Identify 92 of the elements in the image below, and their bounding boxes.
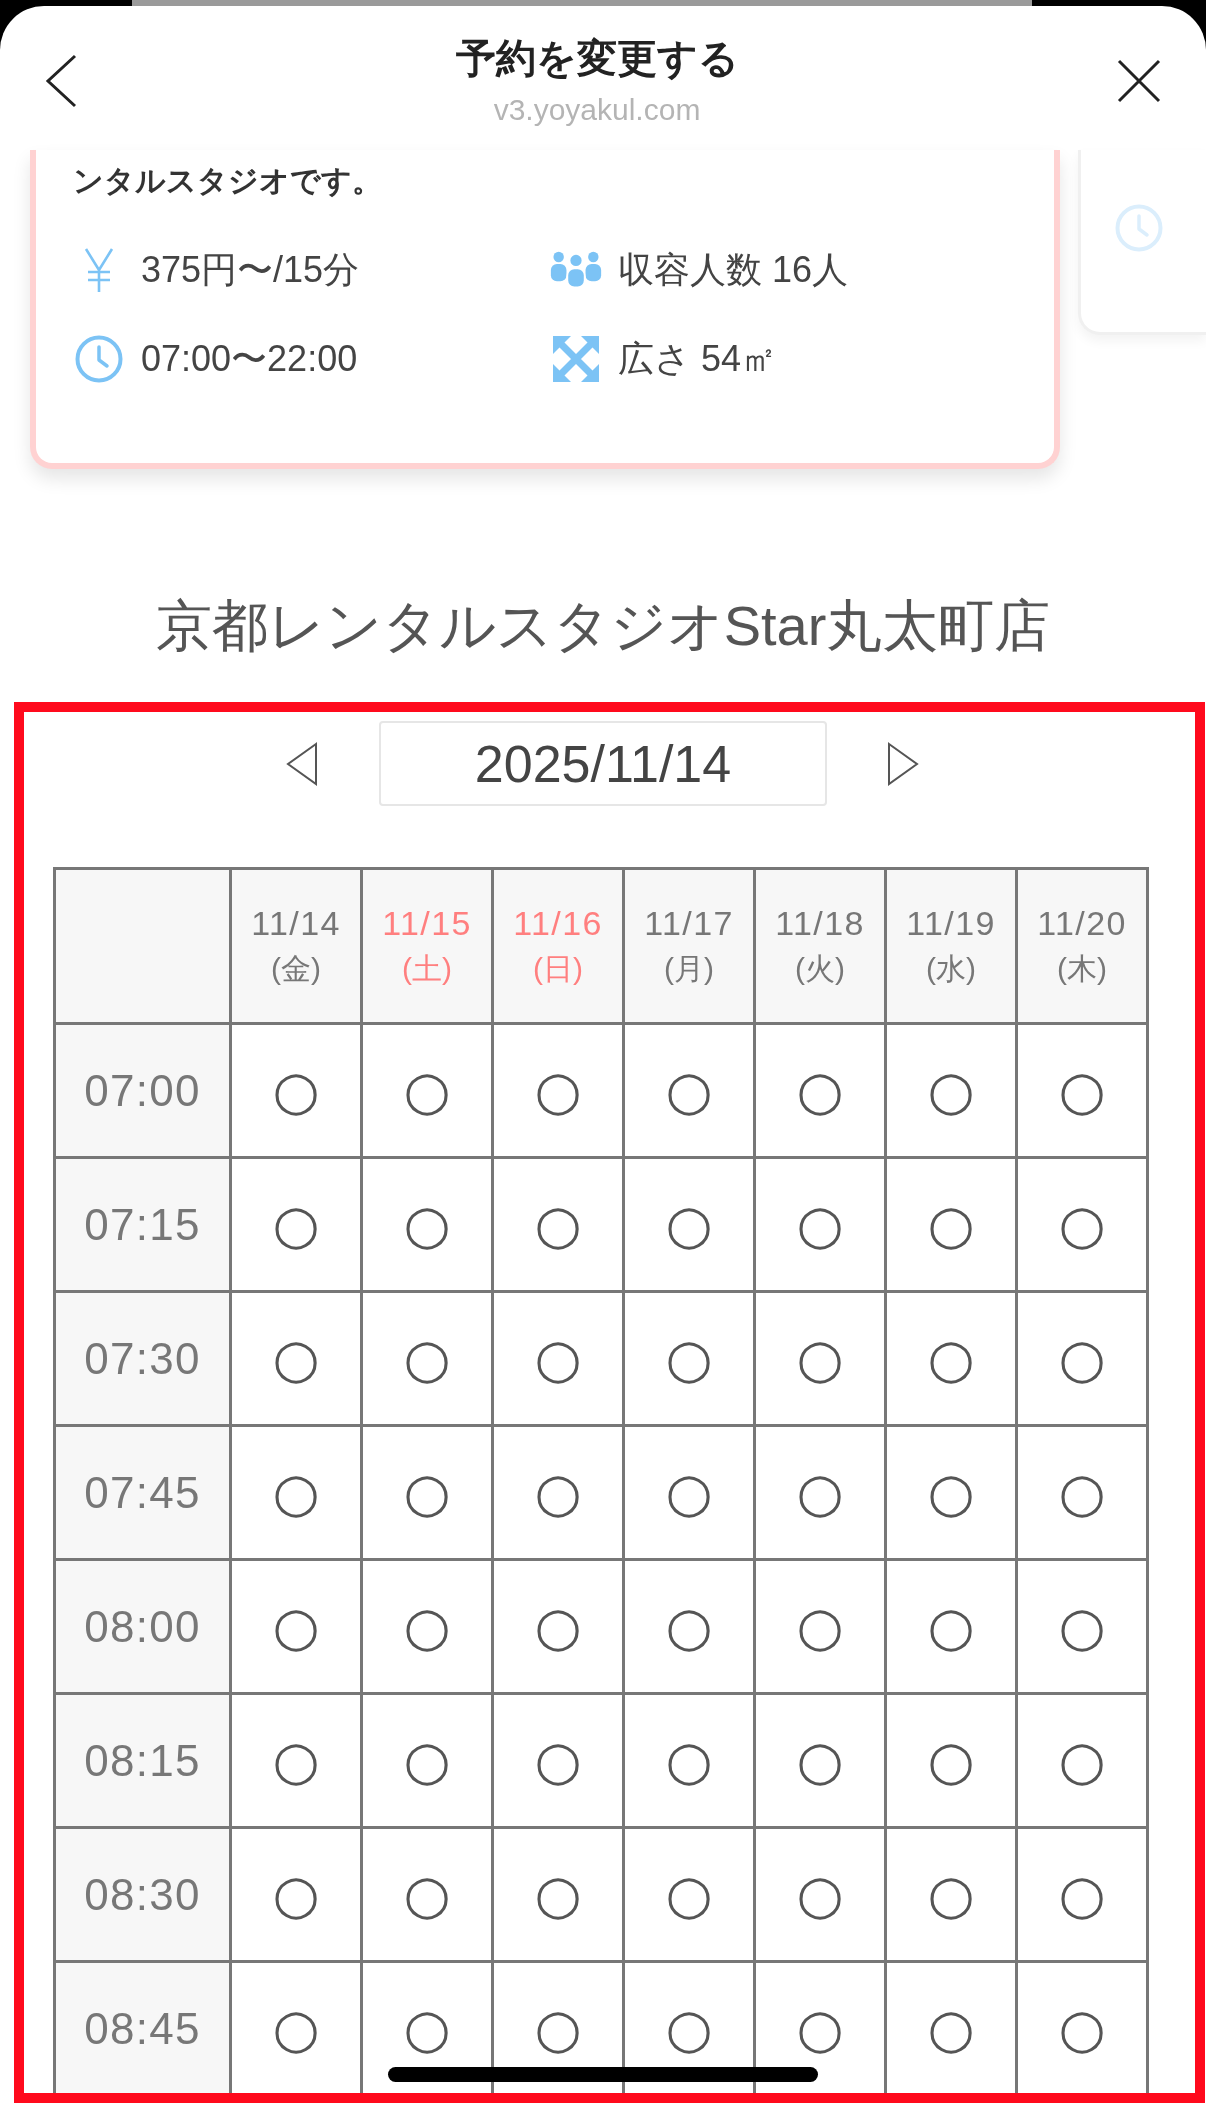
- clock-icon: [75, 334, 123, 383]
- clock-icon: [1115, 204, 1163, 252]
- weekday-label: (水): [926, 951, 976, 987]
- date-label: 11/20: [1037, 903, 1127, 944]
- date-label: 11/17: [644, 903, 734, 944]
- slot-cell[interactable]: ○: [1018, 1159, 1149, 1293]
- capacity-text: 収容人数 16人: [618, 247, 849, 292]
- triangle-right-icon: [887, 741, 919, 786]
- slot-cell[interactable]: ○: [625, 1159, 756, 1293]
- slot-cell[interactable]: ○: [1018, 1427, 1149, 1561]
- slot-cell[interactable]: ○: [232, 1829, 363, 1963]
- slot-cell[interactable]: ○: [1018, 1561, 1149, 1695]
- slot-cell[interactable]: ○: [363, 1829, 494, 1963]
- site-url: v3.yoyakul.com: [493, 92, 701, 128]
- slot-cell[interactable]: ○: [1018, 1293, 1149, 1427]
- slot-cell[interactable]: ○: [363, 1025, 494, 1159]
- slot-cell[interactable]: ○: [1018, 1695, 1149, 1829]
- slot-cell[interactable]: ○: [625, 1561, 756, 1695]
- triangle-left-icon: [286, 741, 318, 786]
- slot-cell[interactable]: ○: [494, 1695, 625, 1829]
- slot-cell[interactable]: ○: [887, 1561, 1018, 1695]
- studio-description: ンタルスタジオです。: [73, 163, 383, 199]
- time-cell: 07:45: [53, 1427, 232, 1561]
- slot-cell[interactable]: ○: [363, 1561, 494, 1695]
- slot-cell[interactable]: ○: [494, 1025, 625, 1159]
- slot-cell[interactable]: ○: [1018, 1829, 1149, 1963]
- slot-cell[interactable]: ○: [756, 1427, 887, 1561]
- time-cell: 07:30: [53, 1293, 232, 1427]
- slot-cell[interactable]: ○: [232, 1561, 363, 1695]
- slot-cell[interactable]: ○: [887, 1159, 1018, 1293]
- back-button[interactable]: [44, 54, 78, 108]
- yen-icon: [83, 246, 115, 293]
- sheet-title: 予約を変更する: [455, 35, 739, 82]
- slot-cell[interactable]: ○: [232, 1695, 363, 1829]
- date-field[interactable]: 2025/11/14: [379, 721, 827, 806]
- slot-cell[interactable]: ○: [232, 1159, 363, 1293]
- time-cell: 07:00: [53, 1025, 232, 1159]
- slot-cell[interactable]: ○: [494, 1829, 625, 1963]
- slot-cell[interactable]: ○: [363, 1293, 494, 1427]
- next-date-button[interactable]: [887, 741, 919, 786]
- date-label: 11/18: [775, 903, 865, 944]
- area-text: 広さ 54㎡: [618, 336, 778, 381]
- slot-cell[interactable]: ○: [494, 1561, 625, 1695]
- slot-cell[interactable]: ○: [494, 1427, 625, 1561]
- expand-arrows-icon: [553, 335, 599, 382]
- slot-cell[interactable]: ○: [887, 1427, 1018, 1561]
- weekday-label: (土): [402, 951, 452, 987]
- slot-cell[interactable]: ○: [363, 1159, 494, 1293]
- slot-cell[interactable]: ○: [232, 1293, 363, 1427]
- chevron-left-icon: [45, 54, 77, 108]
- slot-cell[interactable]: ○: [625, 1695, 756, 1829]
- shop-name: 京都レンタルスタジオStar丸太町店: [155, 593, 1051, 659]
- close-icon: [1117, 59, 1161, 103]
- slot-cell[interactable]: ○: [363, 1695, 494, 1829]
- date-label: 11/14: [251, 903, 341, 944]
- slot-cell[interactable]: ○: [1018, 1025, 1149, 1159]
- time-cell: 08:15: [53, 1695, 232, 1829]
- slot-cell[interactable]: ○: [756, 1159, 887, 1293]
- weekday-label: (月): [664, 951, 714, 987]
- slot-cell[interactable]: ○: [363, 1427, 494, 1561]
- hours-text: 07:00〜22:00: [141, 336, 358, 381]
- weekday-label: (木): [1057, 951, 1107, 987]
- price-text: 375円〜/15分: [141, 247, 360, 292]
- slot-cell[interactable]: ○: [756, 1025, 887, 1159]
- slot-cell[interactable]: ○: [625, 1025, 756, 1159]
- slot-cell[interactable]: ○: [625, 1427, 756, 1561]
- date-label: 11/16: [513, 903, 603, 944]
- slot-cell[interactable]: ○: [756, 1293, 887, 1427]
- slot-cell[interactable]: ○: [756, 1695, 887, 1829]
- weekday-label: (火): [795, 951, 845, 987]
- time-cell: 08:45: [53, 1963, 232, 2093]
- weekday-label: (日): [533, 951, 583, 987]
- time-cell: 07:15: [53, 1159, 232, 1293]
- slot-cell[interactable]: ○: [887, 1025, 1018, 1159]
- slot-cell[interactable]: ○: [494, 1293, 625, 1427]
- slot-cell[interactable]: ○: [756, 1829, 887, 1963]
- slot-cell[interactable]: ○: [887, 1293, 1018, 1427]
- slot-cell[interactable]: ○: [625, 1829, 756, 1963]
- slot-cell[interactable]: ○: [887, 1695, 1018, 1829]
- time-cell: 08:00: [53, 1561, 232, 1695]
- slot-cell[interactable]: ○: [494, 1159, 625, 1293]
- slot-cell[interactable]: ○: [232, 1025, 363, 1159]
- time-cell: 08:30: [53, 1829, 232, 1963]
- slot-cell[interactable]: ○: [232, 1427, 363, 1561]
- previous-date-button[interactable]: [286, 741, 318, 786]
- close-button[interactable]: [1116, 58, 1162, 104]
- date-label: 11/19: [906, 903, 996, 944]
- slot-cell[interactable]: ○: [625, 1293, 756, 1427]
- slot-cell[interactable]: ○: [756, 1561, 887, 1695]
- slot-cell[interactable]: ○: [887, 1829, 1018, 1963]
- weekday-label: (金): [271, 951, 321, 987]
- date-label: 11/15: [382, 903, 472, 944]
